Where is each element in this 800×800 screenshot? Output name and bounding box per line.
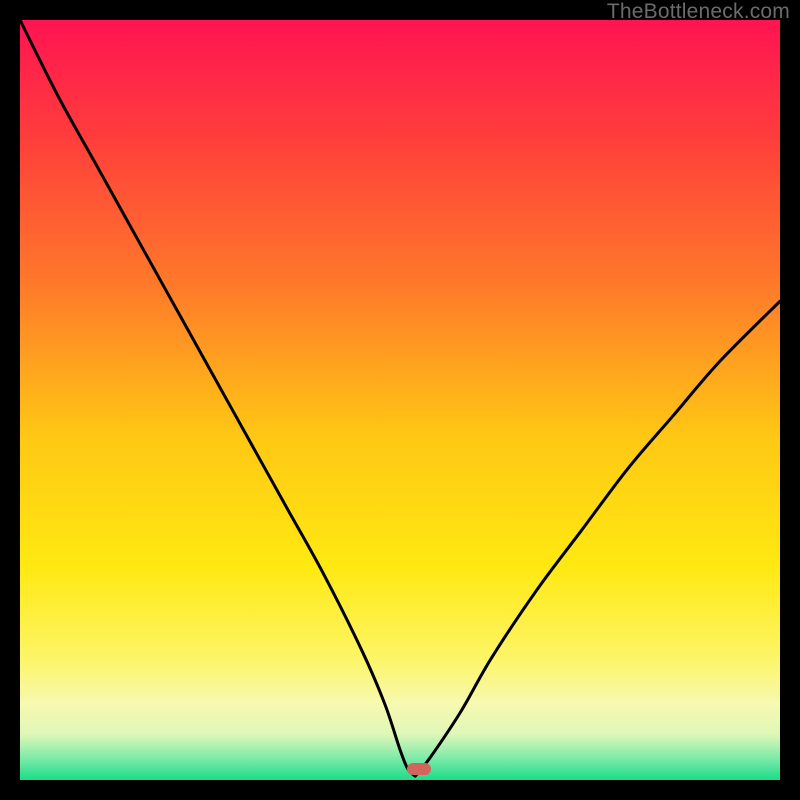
bottleneck-curve — [20, 20, 780, 780]
optimal-point-marker — [407, 763, 431, 775]
chart-frame: TheBottleneck.com — [0, 0, 800, 800]
plot-area — [20, 20, 780, 780]
